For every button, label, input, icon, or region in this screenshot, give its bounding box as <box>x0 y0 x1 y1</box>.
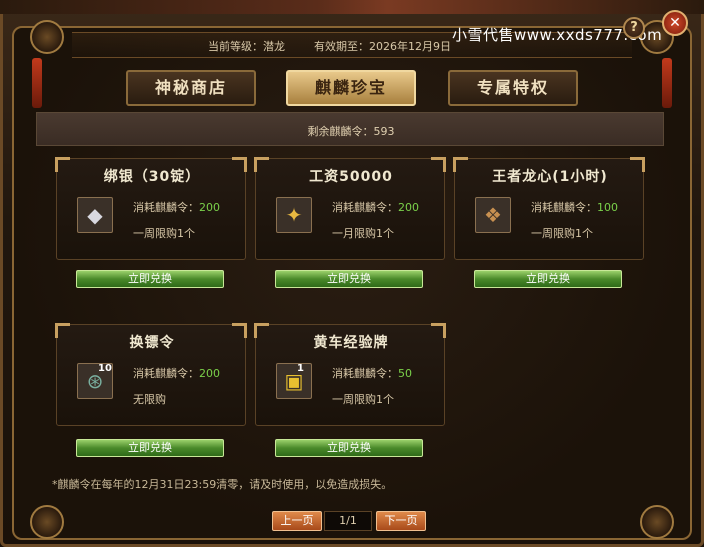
item-limit: 一周限购1个 <box>133 227 195 240</box>
tassel-icon <box>662 58 672 108</box>
item-card: 绑银（30锭） ◆ 消耗麒麟令：200 一周限购1个 <box>55 157 247 260</box>
item-title: 绑银（30锭） <box>103 169 201 185</box>
cost-label: 消耗麒麟令： <box>332 201 398 214</box>
next-page-button[interactable]: 下一页 <box>376 511 426 531</box>
cost-value: 200 <box>199 367 220 380</box>
item-card: 王者龙心(1小时) ❖ 消耗麒麟令：100 一周限购1个 <box>453 157 645 260</box>
exchange-button[interactable]: 立即兑换 <box>275 439 423 457</box>
item-count-badge: 10 <box>98 363 112 374</box>
expire-date: 有效期至：2026年12月9日 <box>314 40 451 53</box>
cost-value: 200 <box>199 201 220 214</box>
cost-label: 消耗麒麟令： <box>531 201 597 214</box>
tab-mystery-shop[interactable]: 神秘商店 <box>126 70 256 106</box>
corner-ornament-icon <box>640 505 674 539</box>
item-glyph: ✦ <box>285 203 303 227</box>
item-limit: 无限购 <box>133 393 166 406</box>
item-title: 换镖令 <box>129 335 175 351</box>
exchange-button[interactable]: 立即兑换 <box>474 270 622 288</box>
reset-notice: *麒麟令在每年的12月31日23:59清零，请及时使用，以免造成损失。 <box>52 478 393 491</box>
page-indicator: 1/1 <box>324 511 372 531</box>
tab-exclusive-privilege[interactable]: 专属特权 <box>448 70 578 106</box>
exchange-button[interactable]: 立即兑换 <box>76 270 224 288</box>
tab-bar: 神秘商店 麒麟珍宝 专属特权 <box>118 70 588 106</box>
help-button[interactable]: ? <box>623 17 645 39</box>
item-cost: 消耗麒麟令：200 <box>133 365 220 381</box>
gold-treasure-icon[interactable]: ✦ <box>276 197 312 233</box>
cost-value: 100 <box>597 201 618 214</box>
item-glyph: ▣ <box>284 369 304 393</box>
remaining-tokens: 剩余麒麟令：593 <box>307 125 395 138</box>
cost-label: 消耗麒麟令： <box>133 201 199 214</box>
cost-value: 50 <box>398 367 412 380</box>
yellow-cart-exp-icon[interactable]: ▣ 1 <box>276 363 312 399</box>
corner-ornament-icon <box>30 505 64 539</box>
silver-ingot-icon[interactable]: ◆ <box>77 197 113 233</box>
close-button[interactable]: ✕ <box>662 10 688 36</box>
item-title: 工资50000 <box>309 169 393 185</box>
cost-value: 200 <box>398 201 419 214</box>
item-title: 黄车经验牌 <box>313 335 389 351</box>
prev-page-button[interactable]: 上一页 <box>272 511 322 531</box>
cost-label: 消耗麒麟令： <box>332 367 398 380</box>
item-limit: 一周限购1个 <box>531 227 593 240</box>
tab-qilin-treasure[interactable]: 麒麟珍宝 <box>286 70 416 106</box>
item-card: 工资50000 ✦ 消耗麒麟令：200 一月限购1个 <box>254 157 446 260</box>
item-cost: 消耗麒麟令：200 <box>133 199 220 215</box>
window-top-banner <box>0 0 704 14</box>
remaining-tokens-bar: 剩余麒麟令：593 <box>36 112 664 146</box>
item-limit: 一月限购1个 <box>332 227 394 240</box>
item-title: 王者龙心(1小时) <box>492 169 608 185</box>
dragon-heart-icon[interactable]: ❖ <box>475 197 511 233</box>
item-limit: 一周限购1个 <box>332 393 394 406</box>
exchange-button[interactable]: 立即兑换 <box>76 439 224 457</box>
item-count-badge: 1 <box>297 363 304 374</box>
exchange-button[interactable]: 立即兑换 <box>275 270 423 288</box>
item-glyph: ❖ <box>484 203 502 227</box>
item-card: 黄车经验牌 ▣ 1 消耗麒麟令：50 一周限购1个 <box>254 323 446 426</box>
item-cost: 消耗麒麟令：200 <box>332 199 419 215</box>
cost-label: 消耗麒麟令： <box>133 367 199 380</box>
item-card: 换镖令 ⊛ 10 消耗麒麟令：200 无限购 <box>55 323 247 426</box>
current-level: 当前等级：潜龙 <box>208 40 285 53</box>
corner-ornament-icon <box>30 20 64 54</box>
escort-token-icon[interactable]: ⊛ 10 <box>77 363 113 399</box>
tassel-icon <box>32 58 42 108</box>
item-glyph: ◆ <box>87 203 103 227</box>
item-cost: 消耗麒麟令：100 <box>531 199 618 215</box>
item-cost: 消耗麒麟令：50 <box>332 365 412 381</box>
